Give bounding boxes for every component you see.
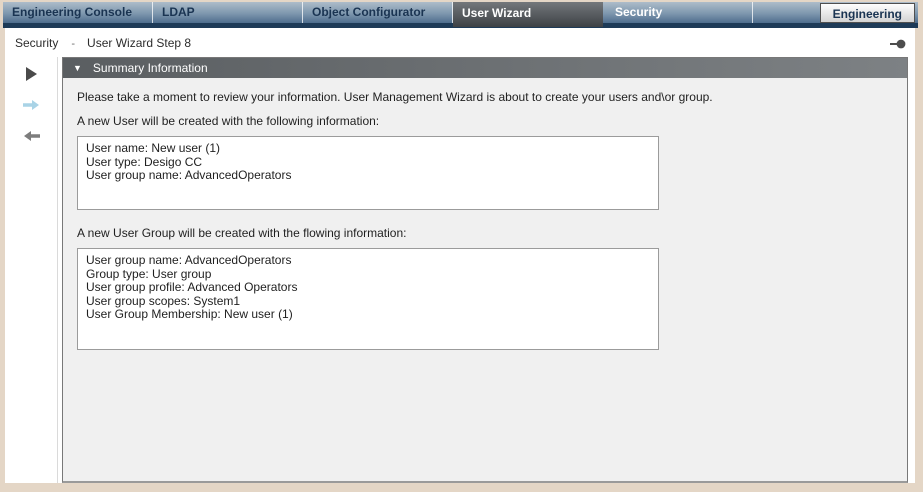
- intro-text: Please take a moment to review your info…: [77, 90, 893, 104]
- summary-panel-body: Please take a moment to review your info…: [63, 78, 907, 378]
- user-summary-line: User name: New user (1): [86, 142, 650, 156]
- tab-user-wizard[interactable]: User Wizard: [453, 2, 603, 28]
- panel-title: Summary Information: [93, 61, 208, 75]
- user-summary-line: User group name: AdvancedOperators: [86, 169, 650, 183]
- group-summary-line: User Group Membership: New user (1): [86, 308, 650, 322]
- group-summary-line: Group type: User group: [86, 268, 650, 282]
- main-area: ▼ Summary Information Please take a mome…: [5, 57, 915, 483]
- user-summary-line: User type: Desigo CC: [86, 156, 650, 170]
- group-summary-line: User group scopes: System1: [86, 295, 650, 309]
- summary-panel-header[interactable]: ▼ Summary Information: [63, 58, 907, 78]
- wizard-toolbar: [5, 57, 58, 483]
- tab-security[interactable]: Security: [603, 2, 753, 23]
- back-arrow-icon[interactable]: [18, 127, 44, 145]
- pin-icon[interactable]: [889, 38, 906, 52]
- content-frame: Security - User Wizard Step 8: [5, 28, 915, 483]
- breadcrumb: Security - User Wizard Step 8: [5, 28, 915, 57]
- tab-engineering-console[interactable]: Engineering Console: [3, 2, 153, 23]
- run-icon[interactable]: [18, 65, 44, 83]
- breadcrumb-current: User Wizard Step 8: [87, 36, 191, 50]
- summary-panel: ▼ Summary Information Please take a mome…: [62, 57, 908, 483]
- tab-object-configurator[interactable]: Object Configurator: [303, 2, 453, 23]
- tab-bar: Engineering Console LDAP Object Configur…: [3, 2, 918, 28]
- group-summary-line: User group name: AdvancedOperators: [86, 254, 650, 268]
- tab-ldap[interactable]: LDAP: [153, 2, 303, 23]
- user-summary-box: User name: New user (1) User type: Desig…: [77, 136, 659, 210]
- forward-arrow-icon[interactable]: [18, 96, 44, 114]
- group-summary-line: User group profile: Advanced Operators: [86, 281, 650, 295]
- breadcrumb-root[interactable]: Security: [15, 36, 58, 50]
- engineering-mode-button[interactable]: Engineering: [820, 3, 915, 23]
- group-summary-box: User group name: AdvancedOperators Group…: [77, 248, 659, 350]
- breadcrumb-separator: -: [71, 38, 75, 50]
- application-window: Engineering Console LDAP Object Configur…: [0, 0, 923, 492]
- user-section-label: A new User will be created with the foll…: [77, 114, 893, 128]
- collapse-triangle-icon[interactable]: ▼: [73, 64, 82, 73]
- group-section-label: A new User Group will be created with th…: [77, 226, 893, 240]
